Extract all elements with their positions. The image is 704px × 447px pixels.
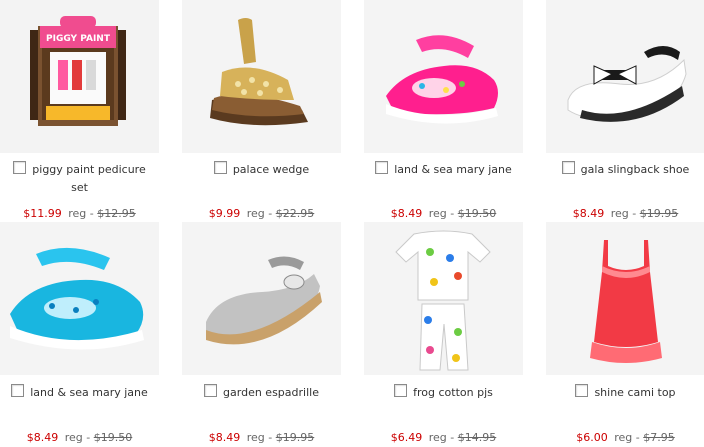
product-card: shine cami top $6.00 reg - $7.95 xyxy=(546,222,704,447)
product-image-palace-wedge[interactable] xyxy=(182,0,341,153)
product-name-row: shine cami top xyxy=(546,384,704,402)
product-image-pink-mary-jane[interactable] xyxy=(364,0,523,153)
product-image-piggy-paint[interactable]: PIGGY PAINT xyxy=(0,0,159,153)
product-card: PIGGY PAINT piggy paint pedicure set $11… xyxy=(0,0,159,222)
sale-price: $8.49 xyxy=(390,207,423,220)
product-grid: PIGGY PAINT piggy paint pedicure set $11… xyxy=(0,0,704,447)
price-row: $11.99 reg - $12.95 xyxy=(0,207,159,221)
regular-price: $19.95 xyxy=(639,207,679,220)
price-row: $8.49 reg - $19.50 xyxy=(0,431,159,445)
regular-price: $7.95 xyxy=(643,431,675,444)
sale-price: $9.99 xyxy=(208,207,241,220)
sale-price: $8.49 xyxy=(572,207,605,220)
reg-label: reg - xyxy=(428,207,455,220)
reg-label: reg - xyxy=(610,207,637,220)
product-card: land & sea mary jane $8.49 reg - $19.50 xyxy=(0,222,159,447)
product-name[interactable]: gala slingback shoe xyxy=(581,163,690,176)
price-row: $8.49 reg - $19.95 xyxy=(182,431,341,445)
compare-checkbox[interactable] xyxy=(561,161,575,174)
product-name-line2[interactable]: set xyxy=(71,181,88,194)
compare-checkbox[interactable] xyxy=(213,161,227,174)
regular-price: $19.95 xyxy=(275,431,315,444)
product-image-gala-slingback[interactable] xyxy=(546,0,704,153)
product-name-row: palace wedge xyxy=(182,161,341,179)
compare-checkbox[interactable] xyxy=(575,384,589,397)
product-image-shine-cami[interactable] xyxy=(546,222,704,375)
compare-checkbox[interactable] xyxy=(394,384,408,397)
product-name[interactable]: palace wedge xyxy=(233,163,309,176)
regular-price: $12.95 xyxy=(97,207,136,220)
compare-checkbox[interactable] xyxy=(204,384,218,397)
product-card: gala slingback shoe $8.49 reg - $19.95 xyxy=(546,0,704,222)
sale-price: $11.99 xyxy=(23,207,62,220)
product-card: garden espadrille $8.49 reg - $19.95 xyxy=(182,222,341,447)
reg-label: reg - xyxy=(68,207,94,220)
compare-checkbox[interactable] xyxy=(375,161,389,174)
sale-price: $6.49 xyxy=(390,431,423,444)
product-name[interactable]: piggy paint pedicure xyxy=(32,163,145,176)
compare-checkbox[interactable] xyxy=(13,161,27,174)
product-card: land & sea mary jane $8.49 reg - $19.50 xyxy=(364,0,523,222)
regular-price: $14.95 xyxy=(457,431,497,444)
product-card: frog cotton pjs $6.49 reg - $14.95 xyxy=(364,222,523,447)
price-row: $8.49 reg - $19.95 xyxy=(546,207,704,221)
product-card: palace wedge $9.99 reg - $22.95 xyxy=(182,0,341,222)
product-name[interactable]: shine cami top xyxy=(594,386,675,399)
product-name-row: land & sea mary jane xyxy=(364,161,523,179)
product-image-blue-mary-jane[interactable] xyxy=(0,222,159,375)
regular-price: $19.50 xyxy=(457,207,497,220)
svg-text:PIGGY PAINT: PIGGY PAINT xyxy=(46,34,111,44)
reg-label: reg - xyxy=(614,431,640,444)
reg-label: reg - xyxy=(246,207,273,220)
compare-checkbox[interactable] xyxy=(11,384,25,397)
product-name-row: garden espadrille xyxy=(182,384,341,402)
product-image-garden-espadrille[interactable] xyxy=(182,222,341,375)
product-name-row: land & sea mary jane xyxy=(0,384,159,402)
price-row: $6.00 reg - $7.95 xyxy=(546,431,704,445)
reg-label: reg - xyxy=(246,431,273,444)
product-name[interactable]: frog cotton pjs xyxy=(413,386,493,399)
price-row: $9.99 reg - $22.95 xyxy=(182,207,341,221)
price-row: $6.49 reg - $14.95 xyxy=(364,431,523,445)
product-name-row: piggy paint pedicure set xyxy=(0,161,159,197)
product-name-row: gala slingback shoe xyxy=(546,161,704,179)
product-name[interactable]: land & sea mary jane xyxy=(394,163,512,176)
reg-label: reg - xyxy=(64,431,91,444)
sale-price: $8.49 xyxy=(26,431,59,444)
product-name[interactable]: land & sea mary jane xyxy=(30,386,148,399)
sale-price: $6.00 xyxy=(576,431,608,444)
product-name-row: frog cotton pjs xyxy=(364,384,523,402)
regular-price: $22.95 xyxy=(275,207,315,220)
sale-price: $8.49 xyxy=(208,431,241,444)
price-row: $8.49 reg - $19.50 xyxy=(364,207,523,221)
reg-label: reg - xyxy=(428,431,455,444)
product-image-frog-pjs[interactable] xyxy=(364,222,523,375)
product-name[interactable]: garden espadrille xyxy=(223,386,319,399)
regular-price: $19.50 xyxy=(93,431,133,444)
